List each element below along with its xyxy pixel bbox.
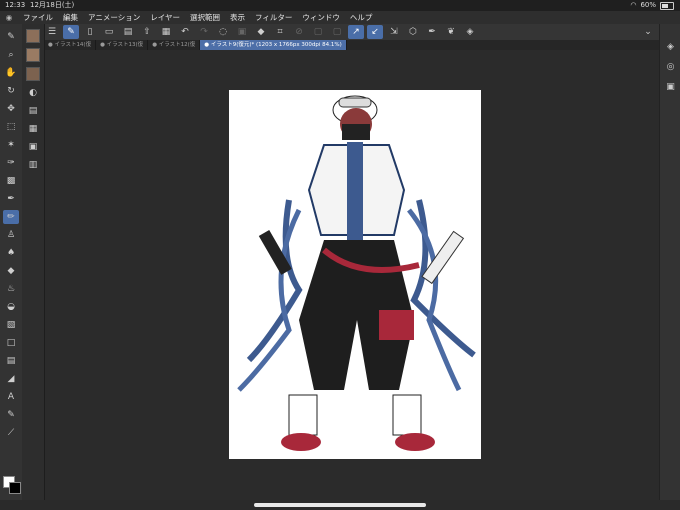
menu-animation[interactable]: アニメーション <box>83 11 145 24</box>
figure-tool-icon[interactable]: □ <box>3 336 19 350</box>
date: 12月18日(土) <box>30 1 75 9</box>
pen-icon[interactable]: ↗ <box>348 25 364 39</box>
subtool-thumb-2[interactable] <box>26 48 40 62</box>
status-bar: 12:33 12月18日(土) ◠ 60% <box>0 0 680 11</box>
tab-illust13[interactable]: ● イラスト13(復 <box>96 40 149 50</box>
color-icon[interactable]: ◈ <box>462 25 478 39</box>
drawing-canvas[interactable] <box>229 90 481 459</box>
eyedropper-icon[interactable]: ✑ <box>3 156 19 170</box>
magic-wand-icon[interactable]: ✶ <box>3 138 19 152</box>
pen-tool-icon[interactable]: ✒ <box>3 192 19 206</box>
new-file-icon[interactable]: ▯ <box>82 25 98 39</box>
collapse-chevron-icon[interactable]: ⌄ <box>640 25 656 39</box>
ruler-icon[interactable]: ▢ <box>310 25 326 39</box>
character-illustration <box>237 95 476 451</box>
menu-help[interactable]: ヘルプ <box>345 11 378 24</box>
pencil-tool-icon[interactable]: ✏ <box>3 210 19 224</box>
tab-illust9[interactable]: ● イラスト9(復元)* (1203 x 1766px 300dpi 84.1%… <box>200 40 347 50</box>
color-swatch[interactable] <box>3 476 21 494</box>
menu-layer[interactable]: レイヤー <box>145 11 185 24</box>
pen-settings-icon[interactable]: ✎ <box>63 25 79 39</box>
selection-tool-icon[interactable]: ⬚ <box>3 120 19 134</box>
transform-icon[interactable]: ◆ <box>253 25 269 39</box>
rotate-tool-icon[interactable]: ↻ <box>3 84 19 98</box>
save-icon[interactable]: ▤ <box>120 25 136 39</box>
navigator-panel-icon[interactable]: ◎ <box>664 60 678 74</box>
menu-window[interactable]: ウィンドウ <box>297 11 345 24</box>
eraser-icon[interactable]: ↙ <box>367 25 383 39</box>
tool-bar: ✎ ⌕ ✋ ↻ ✥ ⬚ ✶ ✑ ▩ ✒ ✏ ♙ ♠ ◆ ♨ ◒ ▧ □ ▤ ◢ … <box>0 24 22 510</box>
correction-tool-icon[interactable]: ⟋ <box>3 426 19 440</box>
command-bar: ☰ ✎ ▯ ▭ ▤ ⇧ ▦ ↶ ↷ ◌ ▣ ◆ ⌗ ⊘ ▢ ▢ ↗ ↙ ⇲ ⬡ … <box>44 24 659 41</box>
layer-property-icon[interactable]: ◐ <box>25 86 41 100</box>
lasso-icon[interactable]: ◌ <box>215 25 231 39</box>
wifi-icon: ◠ <box>630 1 637 9</box>
move-tool-icon[interactable]: ✥ <box>3 102 19 116</box>
text-tool-icon[interactable]: A <box>3 390 19 404</box>
layer-icon[interactable]: ⇲ <box>386 25 402 39</box>
navigator-icon[interactable]: ▣ <box>25 140 41 154</box>
layers-panel-icon[interactable]: ◈ <box>664 40 678 54</box>
fill-icon[interactable]: ▣ <box>234 25 250 39</box>
hand-tool-icon[interactable]: ✋ <box>3 66 19 80</box>
upload-icon[interactable]: ⇧ <box>139 25 155 39</box>
right-panel-bar: ◈ ◎ ▣ <box>659 24 680 510</box>
ruler-tool-icon[interactable]: ◢ <box>3 372 19 386</box>
undo-icon[interactable]: ↶ <box>177 25 193 39</box>
menu-filter[interactable]: フィルター <box>250 11 297 24</box>
home-indicator[interactable] <box>254 503 426 507</box>
battery-label: 60% <box>640 1 656 9</box>
open-folder-icon[interactable]: ▭ <box>101 25 117 39</box>
status-icons: ◠ 60% <box>630 0 674 11</box>
layer-list-icon[interactable]: ▤ <box>25 104 41 118</box>
snap-icon[interactable]: ⊘ <box>291 25 307 39</box>
material-icon[interactable]: ▦ <box>25 122 41 136</box>
menu-file[interactable]: ファイル <box>18 11 58 24</box>
fill-bucket-icon[interactable]: ✒ <box>424 25 440 39</box>
document-tabs: ● イラスト14(復 ● イラスト13(復 ● イラスト12(復 ● イラスト9… <box>44 40 659 50</box>
blend-tool-icon[interactable]: ♨ <box>3 282 19 296</box>
print-icon[interactable]: ▦ <box>158 25 174 39</box>
grid-icon[interactable]: ▢ <box>329 25 345 39</box>
eraser-tool-icon[interactable]: ◆ <box>3 264 19 278</box>
frame-tool-icon[interactable]: ▤ <box>3 354 19 368</box>
fill-tool-icon[interactable]: ◒ <box>3 300 19 314</box>
subtool-thumb-3[interactable] <box>26 67 40 81</box>
tab-illust12[interactable]: ● イラスト12(復 <box>148 40 201 50</box>
menu-view[interactable]: 表示 <box>225 11 250 24</box>
color-panel-icon[interactable]: ▣ <box>664 80 678 94</box>
marker-tool-icon[interactable]: ♙ <box>3 228 19 242</box>
battery-icon <box>660 1 674 10</box>
menu-selection[interactable]: 選択範囲 <box>185 11 225 24</box>
airbrush-tool-icon[interactable]: ♠ <box>3 246 19 260</box>
tab-illust14[interactable]: ● イラスト14(復 <box>44 40 97 50</box>
palette-icon[interactable]: ❦ <box>443 25 459 39</box>
pattern-tool-icon[interactable]: ▩ <box>3 174 19 188</box>
sub-tool-panel: ◐ ▤ ▦ ▣ ▥ <box>22 24 45 510</box>
crop-icon[interactable]: ⌗ <box>272 25 288 39</box>
zoom-tool-icon[interactable]: ⌕ <box>3 48 19 62</box>
history-icon[interactable]: ▥ <box>25 158 41 172</box>
menu-icon[interactable]: ☰ <box>44 25 60 39</box>
menu-edit[interactable]: 編集 <box>58 11 83 24</box>
gradient-tool-icon[interactable]: ▧ <box>3 318 19 332</box>
brush-tool-icon[interactable]: ✎ <box>3 30 19 44</box>
menu-bar: ◉ ファイル 編集 アニメーション レイヤー 選択範囲 表示 フィルター ウィン… <box>0 11 680 24</box>
subtool-thumb-1[interactable] <box>26 29 40 43</box>
brush-icon[interactable]: ⬡ <box>405 25 421 39</box>
redo-icon[interactable]: ↷ <box>196 25 212 39</box>
balloon-tool-icon[interactable]: ✎ <box>3 408 19 422</box>
clock: 12:33 <box>5 1 26 9</box>
app-logo-icon[interactable]: ◉ <box>0 11 18 24</box>
